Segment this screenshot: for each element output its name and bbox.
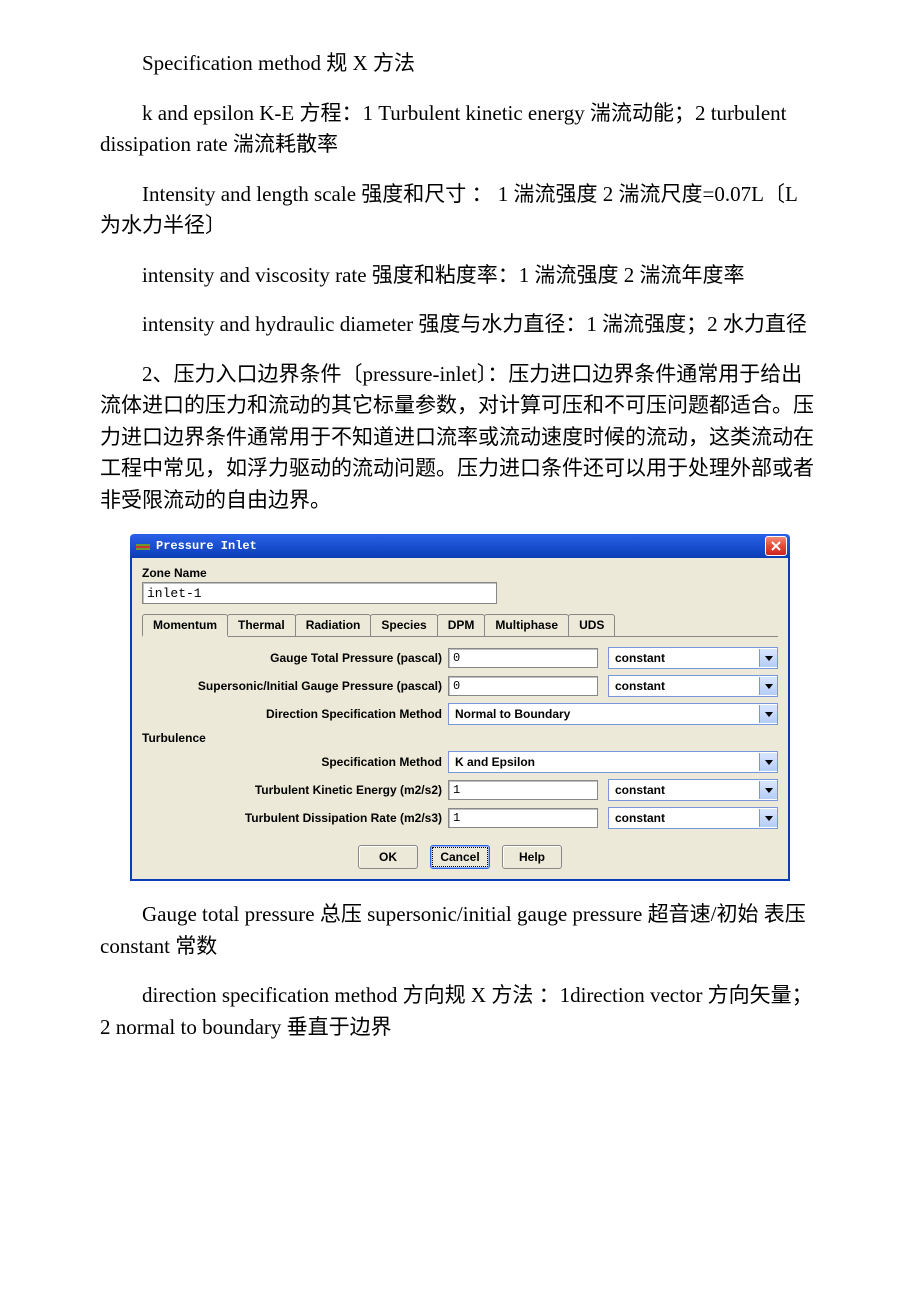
direction-specification-method-dropdown[interactable]: Normal to Boundary bbox=[448, 703, 778, 725]
dialog-title: Pressure Inlet bbox=[156, 539, 257, 553]
tke-type-dropdown[interactable]: constant bbox=[608, 779, 778, 801]
dropdown-value: constant bbox=[615, 651, 665, 665]
gauge-total-pressure-label: Gauge Total Pressure (pascal) bbox=[142, 651, 448, 665]
close-icon[interactable] bbox=[765, 536, 787, 556]
turbulent-dissipation-rate-label: Turbulent Dissipation Rate (m2/s3) bbox=[142, 811, 448, 825]
chevron-down-icon bbox=[759, 705, 777, 723]
tab-uds[interactable]: UDS bbox=[568, 614, 615, 636]
paragraph: intensity and viscosity rate 强度和粘度率：1 湍流… bbox=[100, 260, 820, 292]
turbulence-section-label: Turbulence bbox=[132, 731, 778, 745]
dropdown-value: Normal to Boundary bbox=[455, 707, 570, 721]
gauge-total-pressure-input[interactable]: 0 bbox=[448, 648, 598, 668]
supersonic-type-dropdown[interactable]: constant bbox=[608, 675, 778, 697]
chevron-down-icon bbox=[759, 781, 777, 799]
turbulent-kinetic-energy-label: Turbulent Kinetic Energy (m2/s2) bbox=[142, 783, 448, 797]
tab-multiphase[interactable]: Multiphase bbox=[484, 614, 569, 636]
tab-species[interactable]: Species bbox=[370, 614, 437, 636]
paragraph: intensity and hydraulic diameter 强度与水力直径… bbox=[100, 309, 820, 341]
zone-name-input[interactable]: inlet-1 bbox=[142, 582, 497, 604]
direction-specification-method-label: Direction Specification Method bbox=[142, 707, 448, 721]
paragraph: Specification method 规 X 方法 bbox=[100, 48, 820, 80]
turbulent-dissipation-rate-input[interactable]: 1 bbox=[448, 808, 598, 828]
chevron-down-icon bbox=[759, 809, 777, 827]
pressure-inlet-dialog: Pressure Inlet Zone Name inlet-1 Momentu… bbox=[130, 534, 790, 881]
paragraph: Gauge total pressure 总压 supersonic/initi… bbox=[100, 899, 820, 962]
chevron-down-icon bbox=[759, 677, 777, 695]
tab-radiation[interactable]: Radiation bbox=[295, 614, 372, 636]
turbulent-kinetic-energy-input[interactable]: 1 bbox=[448, 780, 598, 800]
specification-method-dropdown[interactable]: K and Epsilon bbox=[448, 751, 778, 773]
chevron-down-icon bbox=[759, 649, 777, 667]
help-button[interactable]: Help bbox=[502, 845, 562, 869]
dropdown-value: constant bbox=[615, 679, 665, 693]
tab-thermal[interactable]: Thermal bbox=[227, 614, 296, 636]
zone-name-label: Zone Name bbox=[142, 566, 778, 580]
cancel-button[interactable]: Cancel bbox=[430, 845, 490, 869]
tab-momentum[interactable]: Momentum bbox=[142, 614, 228, 637]
ok-button[interactable]: OK bbox=[358, 845, 418, 869]
paragraph: k and epsilon K-E 方程：1 Turbulent kinetic… bbox=[100, 98, 820, 161]
chevron-down-icon bbox=[759, 753, 777, 771]
tdr-type-dropdown[interactable]: constant bbox=[608, 807, 778, 829]
specification-method-label: Specification Method bbox=[142, 755, 448, 769]
supersonic-initial-gauge-pressure-input[interactable]: 0 bbox=[448, 676, 598, 696]
titlebar[interactable]: Pressure Inlet bbox=[130, 534, 790, 558]
dropdown-value: constant bbox=[615, 783, 665, 797]
dropdown-value: K and Epsilon bbox=[455, 755, 535, 769]
paragraph: direction specification method 方向规 X 方法 … bbox=[100, 980, 820, 1043]
paragraph: Intensity and length scale 强度和尺寸 ： 1 湍流强… bbox=[100, 179, 820, 242]
tab-bar: Momentum Thermal Radiation Species DPM M… bbox=[142, 614, 778, 637]
app-icon bbox=[136, 539, 150, 553]
paragraph: 2、压力入口边界条件〔pressure-inlet〕：压力进口边界条件通常用于给… bbox=[100, 359, 820, 517]
gauge-total-pressure-type-dropdown[interactable]: constant bbox=[608, 647, 778, 669]
supersonic-initial-gauge-pressure-label: Supersonic/Initial Gauge Pressure (pasca… bbox=[142, 679, 448, 693]
dropdown-value: constant bbox=[615, 811, 665, 825]
tab-dpm[interactable]: DPM bbox=[437, 614, 486, 636]
